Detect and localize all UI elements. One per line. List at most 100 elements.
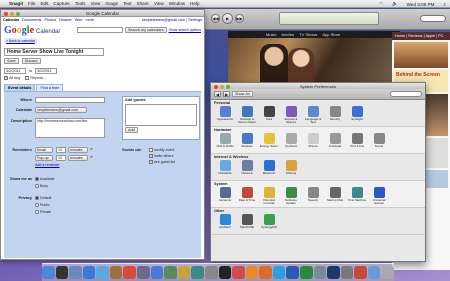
sysprefs-icon[interactable] bbox=[204, 266, 218, 279]
itunes-search-input[interactable] bbox=[420, 15, 446, 22]
preview-icon[interactable] bbox=[137, 266, 150, 279]
pref-pane-keyboard[interactable]: Keyboard bbox=[280, 133, 302, 152]
prev-track-icon[interactable]: ◀◀ bbox=[211, 14, 220, 23]
pref-pane-startup[interactable]: Startup Disk bbox=[324, 187, 346, 206]
pref-pane-appearance[interactable]: Appearance bbox=[214, 106, 236, 125]
pref-pane-print[interactable]: Print & Fax bbox=[346, 133, 368, 152]
spotlight-menu-icon[interactable]: ⌕ bbox=[443, 2, 446, 7]
next-track-icon[interactable]: ▶▶ bbox=[235, 14, 244, 23]
store-tab-tv[interactable]: TV Shows bbox=[299, 32, 317, 37]
pref-pane-update[interactable]: Software Update bbox=[280, 187, 302, 206]
tab-event-details[interactable]: Event details bbox=[4, 84, 36, 91]
itunes-icon[interactable] bbox=[150, 266, 164, 279]
back-arrow-icon[interactable]: ◀ bbox=[214, 91, 221, 97]
reminder-type-select[interactable]: Email bbox=[35, 147, 53, 153]
account-links[interactable]: simplelesters@gmail.com | Settings bbox=[142, 18, 202, 22]
start-date-input[interactable]: 3/2/2011 bbox=[4, 68, 26, 74]
pref-pane-parental[interactable]: Parental Controls bbox=[258, 187, 280, 206]
pref-pane-cd[interactable]: CDs & DVDs bbox=[214, 133, 236, 152]
gbar-photos[interactable]: Photos bbox=[44, 18, 56, 22]
trash-icon[interactable] bbox=[381, 266, 395, 279]
discard-button[interactable]: Discard bbox=[21, 58, 41, 64]
pref-pane-displays[interactable]: Displays bbox=[236, 133, 258, 152]
pref-pane-trackpad[interactable]: Trackpad bbox=[324, 133, 346, 152]
pref-pane-sharing[interactable]: Sharing bbox=[280, 160, 302, 179]
add-guest-button[interactable]: Add bbox=[125, 127, 138, 133]
addressbook-icon[interactable] bbox=[109, 266, 123, 279]
pref-pane-network[interactable]: Network bbox=[236, 160, 258, 179]
mail-icon[interactable] bbox=[69, 266, 82, 279]
terminal-icon[interactable] bbox=[218, 266, 232, 279]
minimize-icon[interactable] bbox=[220, 84, 224, 89]
pref-pane-timemachine[interactable]: Time Machine bbox=[346, 187, 368, 206]
menu-window[interactable]: Window bbox=[169, 1, 185, 6]
menu-tools[interactable]: Tools bbox=[75, 1, 86, 6]
pref-pane-livemesh[interactable]: LiveMesh bbox=[214, 214, 236, 233]
safari-icon[interactable] bbox=[82, 266, 96, 279]
remove-reminder-icon[interactable]: ✕ bbox=[90, 155, 93, 159]
tab-find-a-time[interactable]: Find a time bbox=[36, 84, 64, 91]
menu-clock[interactable]: Wed 3:05 PM bbox=[407, 2, 435, 7]
calendar-select[interactable]: simplelesters@gmail.com bbox=[35, 107, 87, 113]
store-tab-apps[interactable]: App Store bbox=[322, 32, 340, 37]
gbar-calendar[interactable]: Calendar bbox=[3, 18, 19, 22]
menu-view-2[interactable]: View bbox=[154, 1, 164, 6]
gbar-more[interactable]: more bbox=[86, 18, 95, 22]
firefox-icon[interactable] bbox=[259, 266, 272, 279]
menu-image[interactable]: Image bbox=[105, 1, 118, 6]
camino-icon[interactable] bbox=[313, 266, 327, 279]
zoom-icon[interactable] bbox=[226, 84, 230, 89]
forward-arrow-icon[interactable]: ▶ bbox=[223, 91, 230, 97]
back-to-calendar-link[interactable]: « Back to calendar bbox=[4, 38, 37, 44]
guest-option-invite[interactable]: ✓invite others bbox=[149, 154, 173, 159]
reminder-unit-select[interactable]: minutes bbox=[68, 155, 88, 161]
photoshop-icon[interactable] bbox=[327, 266, 340, 279]
show-available-radio[interactable]: Available bbox=[35, 177, 55, 182]
pref-pane-accounts[interactable]: Accounts bbox=[214, 187, 236, 206]
timemachine-icon[interactable] bbox=[191, 266, 204, 279]
prefs-search-input[interactable] bbox=[390, 91, 422, 97]
menu-app-name[interactable]: Snagit bbox=[9, 1, 23, 6]
guest-option-modify[interactable]: modify event bbox=[149, 148, 174, 153]
search-calendars-button[interactable]: Search my calendars bbox=[124, 27, 167, 33]
excel-icon[interactable] bbox=[299, 266, 313, 279]
volume-icon[interactable]: 🔈 bbox=[392, 1, 398, 7]
search-options-link[interactable]: Show search options bbox=[169, 28, 202, 32]
dashboard-icon[interactable] bbox=[55, 266, 69, 279]
store-tab-music[interactable]: Music bbox=[266, 32, 276, 37]
zoom-icon[interactable] bbox=[16, 11, 20, 16]
reminder-amount-input[interactable]: 10 bbox=[56, 147, 66, 153]
gbar-reader[interactable]: Reader bbox=[59, 18, 71, 22]
word-icon[interactable] bbox=[286, 266, 299, 279]
pref-pane-sound[interactable]: Sound bbox=[368, 133, 390, 152]
calendar-search-input[interactable] bbox=[76, 27, 123, 33]
privacy-default-radio[interactable]: Default bbox=[35, 196, 51, 201]
guest-option-see-list[interactable]: ✓see guest list bbox=[149, 160, 175, 165]
pref-pane-spotlight[interactable]: Spotlight bbox=[346, 106, 368, 125]
wifi-icon[interactable]: ◠ bbox=[379, 1, 383, 7]
menu-help[interactable]: Help bbox=[190, 1, 199, 6]
pref-pane-mouse[interactable]: Mouse bbox=[302, 133, 324, 152]
guests-input[interactable] bbox=[125, 104, 197, 126]
utility-icon[interactable] bbox=[340, 266, 354, 279]
reminder-unit-select[interactable]: minutes bbox=[68, 147, 88, 153]
end-date-input[interactable]: 3/2/2011 bbox=[35, 68, 58, 74]
show-all-button[interactable]: Show All bbox=[232, 91, 253, 97]
privacy-private-radio[interactable]: Private bbox=[35, 210, 51, 215]
gbar-web[interactable]: Web bbox=[75, 18, 83, 22]
menu-file[interactable]: File bbox=[28, 1, 35, 6]
pref-pane-datetime[interactable]: Date & Time bbox=[236, 187, 258, 206]
menu-text[interactable]: Text bbox=[123, 1, 131, 6]
site-banner[interactable]: Home | Reviews | Apple | PC bbox=[392, 32, 450, 40]
pref-pane-bluetooth[interactable]: Bluetooth bbox=[258, 160, 280, 179]
pref-pane-expose[interactable]: Exposé & Spaces bbox=[280, 106, 302, 125]
gmail-icon[interactable] bbox=[354, 266, 367, 279]
where-input[interactable] bbox=[35, 97, 105, 103]
pref-pane-energy[interactable]: Energy Saver bbox=[258, 133, 280, 152]
add-reminder-link[interactable]: Add a reminder bbox=[35, 163, 60, 167]
garageband-icon[interactable] bbox=[177, 266, 191, 279]
close-icon[interactable] bbox=[4, 11, 8, 16]
google-calendar-logo[interactable]: Google Calendar bbox=[4, 25, 60, 36]
folder-icon[interactable] bbox=[367, 266, 381, 279]
pref-pane-language[interactable]: Language & Text bbox=[302, 106, 324, 125]
